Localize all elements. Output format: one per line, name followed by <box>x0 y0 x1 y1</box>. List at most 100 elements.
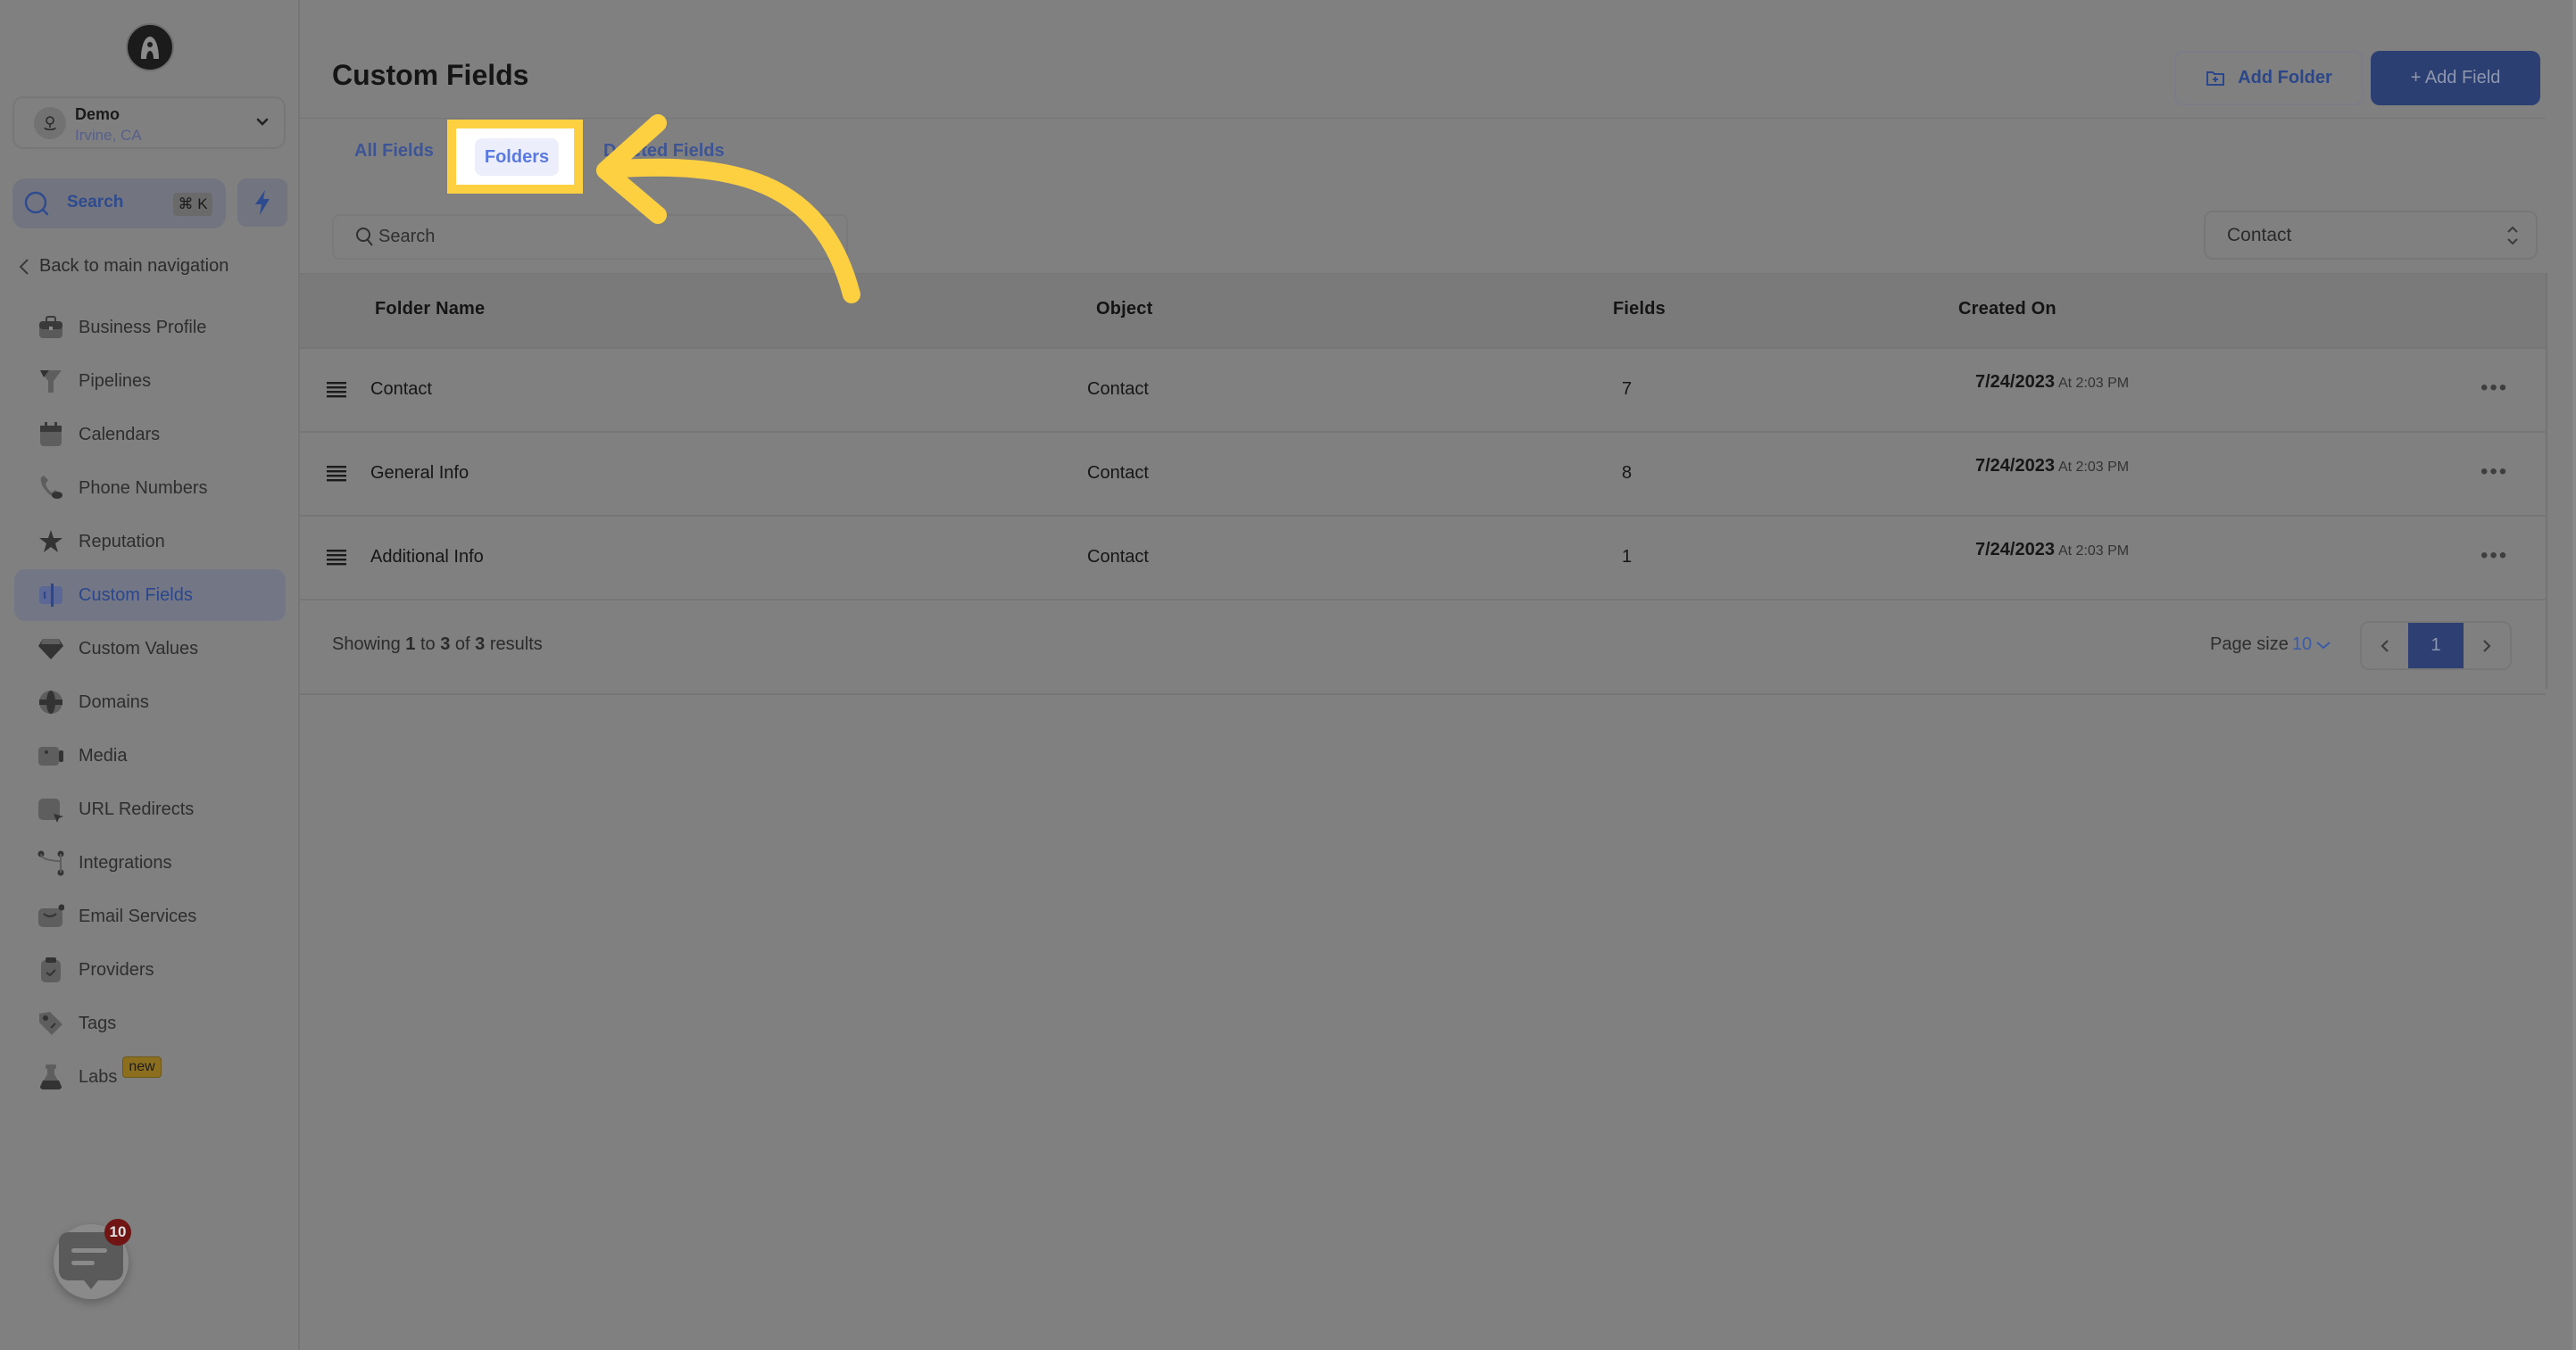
search-placeholder: Search <box>378 227 436 246</box>
search-input[interactable]: Search <box>332 214 848 260</box>
chevron-left-icon <box>19 258 29 275</box>
chevron-left-icon <box>2381 639 2389 652</box>
chevron-down-icon <box>256 118 269 126</box>
add-folder-label: Add Folder <box>2238 68 2332 87</box>
location-switcher[interactable]: Demo Irvine, CA <box>12 96 286 149</box>
sidebar-item-phone-numbers[interactable]: Phone Numbers <box>14 462 286 514</box>
sidebar-item-integrations[interactable]: Integrations <box>14 837 286 889</box>
next-page-button[interactable] <box>2464 623 2510 668</box>
add-folder-button[interactable]: Add Folder <box>2174 51 2364 105</box>
app-logo[interactable] <box>126 23 174 71</box>
row-actions-menu-icon[interactable]: ••• <box>2480 460 2508 485</box>
chevron-down-icon <box>2316 641 2331 649</box>
sidebar-item-domains[interactable]: Domains <box>14 676 286 728</box>
sidebar-item-business-profile[interactable]: Business Profile <box>14 302 286 353</box>
sidebar-item-url-redirects[interactable]: URL Redirects <box>14 783 286 835</box>
location-avatar <box>34 107 66 139</box>
clipboard-check-icon <box>37 957 64 983</box>
back-to-main-navigation[interactable]: Back to main navigation <box>18 256 229 277</box>
created-time: At 2:03 PM <box>2057 460 2130 475</box>
sidebar-item-providers[interactable]: Providers <box>14 944 286 996</box>
folder-name[interactable]: Contact <box>370 379 432 400</box>
sidebar-item-label: Providers <box>79 959 154 980</box>
funnel-icon <box>37 368 64 394</box>
sidebar-item-label: Calendars <box>79 424 161 444</box>
sidebar-search-button[interactable]: Search ⌘ K <box>12 178 226 228</box>
results-to-word: to <box>420 634 436 654</box>
previous-page-button[interactable] <box>2362 623 2408 668</box>
new-badge: new <box>122 1056 162 1078</box>
pagination: 1 <box>2360 621 2512 670</box>
sidebar-item-label: Domains <box>79 692 149 712</box>
created-date: 7/24/2023 <box>1975 540 2055 559</box>
sidebar-item-custom-fields[interactable]: Custom Fields <box>14 569 286 621</box>
folder-name[interactable]: General Info <box>370 463 469 484</box>
folder-name[interactable]: Additional Info <box>370 547 484 567</box>
drag-handle-icon[interactable] <box>327 465 346 483</box>
folder-field-count: 7 <box>1622 379 1633 399</box>
globe-icon <box>37 689 64 716</box>
object-select-value: Contact <box>2227 224 2292 245</box>
sidebar-item-calendars[interactable]: Calendars <box>14 409 286 460</box>
table-footer: Showing 1 to 3 of 3 results Page size 10… <box>300 599 2546 695</box>
folder-plus-icon <box>2206 70 2225 86</box>
sidebar-item-label: Business Profile <box>79 317 207 337</box>
results-of-word: of <box>454 634 470 654</box>
calendar-icon <box>37 421 64 448</box>
integrations-icon <box>37 849 64 876</box>
tag-icon <box>37 1010 64 1037</box>
keyboard-shortcut: ⌘ K <box>173 193 212 216</box>
logo-a-icon <box>141 37 159 59</box>
drag-handle-icon[interactable] <box>327 381 346 399</box>
header-divider <box>300 118 2546 119</box>
table-header: Folder Name Object Fields Created On <box>300 273 2546 347</box>
drag-handle-icon[interactable] <box>327 549 346 567</box>
flask-icon <box>37 1064 64 1090</box>
tab-all-fields[interactable]: All Fields <box>354 141 434 162</box>
results-total: 3 <box>475 634 486 654</box>
window-scrollbar[interactable] <box>2572 0 2576 1350</box>
created-on: 7/24/2023 At 2:03 PM <box>1975 456 2129 476</box>
sidebar-item-label: Phone Numbers <box>79 477 208 498</box>
add-field-button[interactable]: + Add Field <box>2371 51 2540 105</box>
column-header-folder-name[interactable]: Folder Name <box>375 299 485 319</box>
sidebar-item-label: Media <box>79 745 128 766</box>
column-header-created-on[interactable]: Created On <box>1958 299 2057 319</box>
object-select[interactable]: Contact <box>2204 211 2538 260</box>
created-time: At 2:03 PM <box>2057 376 2130 391</box>
tab-deleted-fields[interactable]: Deleted Fields <box>603 141 725 162</box>
custom-fields-icon <box>37 582 64 609</box>
column-header-fields[interactable]: Fields <box>1613 299 1666 319</box>
column-header-object[interactable]: Object <box>1096 299 1152 319</box>
page-size-select[interactable]: Page size 10 <box>2210 634 2331 655</box>
created-on: 7/24/2023 At 2:03 PM <box>1975 372 2129 393</box>
location-city: Irvine, CA <box>75 127 142 144</box>
tab-folders[interactable]: Folders <box>475 138 559 176</box>
sidebar-item-labs[interactable]: Labs new <box>14 1051 286 1103</box>
map-pin-icon <box>44 116 56 131</box>
row-actions-menu-icon[interactable]: ••• <box>2480 376 2508 401</box>
location-name: Demo <box>75 105 120 123</box>
sidebar-item-reputation[interactable]: Reputation <box>14 516 286 567</box>
chevron-up-down-icon <box>2507 226 2518 244</box>
folder-field-count: 1 <box>1622 547 1633 567</box>
table-row[interactable]: Contact Contact 7 7/24/2023 At 2:03 PM ••… <box>300 347 2546 431</box>
sidebar-item-media[interactable]: Media <box>14 730 286 782</box>
table-row[interactable]: General Info Contact 8 7/24/2023 At 2:03 … <box>300 431 2546 515</box>
results-summary: Showing 1 to 3 of 3 results <box>332 634 543 655</box>
sidebar-item-custom-values[interactable]: Custom Values <box>14 623 286 675</box>
lightning-icon <box>255 190 270 215</box>
page-button-current[interactable]: 1 <box>2408 623 2464 668</box>
folder-object: Contact <box>1087 379 1149 399</box>
sidebar-item-pipelines[interactable]: Pipelines <box>14 355 286 407</box>
sidebar-item-tags[interactable]: Tags <box>14 998 286 1049</box>
folder-object: Contact <box>1087 547 1149 567</box>
row-actions-menu-icon[interactable]: ••• <box>2480 543 2508 568</box>
sidebar-item-email-services[interactable]: Email Services <box>14 890 286 942</box>
quick-actions-button[interactable] <box>237 178 287 227</box>
table-row[interactable]: Additional Info Contact 1 7/24/2023 At 2:… <box>300 515 2546 599</box>
results-suffix: results <box>489 634 543 654</box>
video-icon <box>37 742 64 769</box>
sidebar-item-label: Tags <box>79 1013 117 1033</box>
sidebar: Demo Irvine, CA Search ⌘ K Back to main … <box>0 0 300 1350</box>
